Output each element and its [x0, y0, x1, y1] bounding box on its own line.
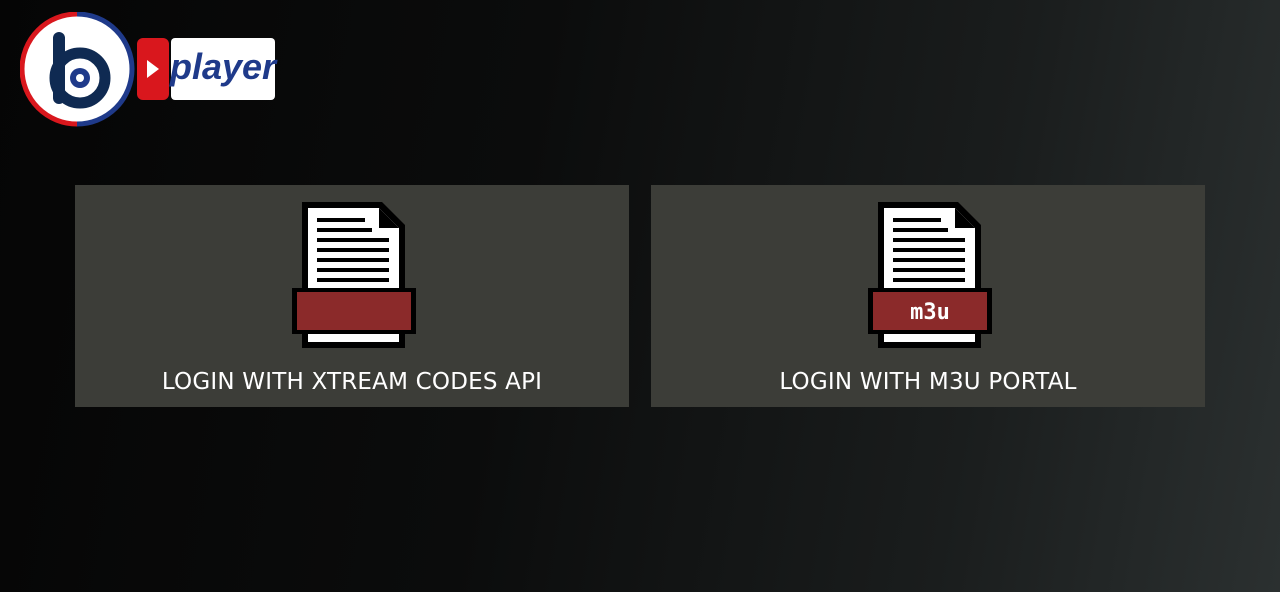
- login-m3u-portal-tile[interactable]: m3u LOGIN WITH M3U PORTAL: [651, 185, 1205, 407]
- play-icon: [137, 38, 169, 100]
- tile-label: LOGIN WITH XTREAM CODES API: [161, 369, 543, 395]
- document-icon: [287, 200, 417, 350]
- bplayer-logo: player: [20, 12, 278, 127]
- app-logo: player: [20, 12, 280, 130]
- banner-text: m3u: [910, 300, 950, 325]
- logo-wordmark: player: [169, 46, 278, 87]
- login-xtream-codes-tile[interactable]: LOGIN WITH XTREAM CODES API: [75, 185, 629, 407]
- tile-label: LOGIN WITH M3U PORTAL: [779, 369, 1077, 395]
- m3u-file-icon: m3u: [863, 200, 993, 350]
